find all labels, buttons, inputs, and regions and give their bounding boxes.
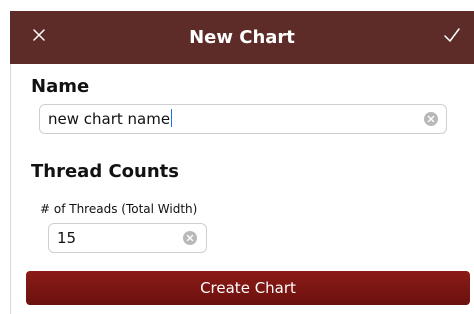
new-chart-dialog: New Chart Name new chart name Thread Cou… xyxy=(0,0,474,314)
clear-circle-icon[interactable] xyxy=(424,112,438,126)
thread-count-input[interactable]: 15 xyxy=(48,223,207,253)
clear-circle-icon[interactable] xyxy=(183,231,197,245)
threads-field-label: # of Threads (Total Width) xyxy=(40,202,198,216)
dialog-header: New Chart xyxy=(10,11,474,64)
dialog-edge xyxy=(10,64,11,314)
chart-name-text: new chart name xyxy=(48,110,171,128)
text-cursor xyxy=(171,109,173,127)
chart-name-input[interactable]: new chart name xyxy=(39,104,447,134)
thread-counts-title: Thread Counts xyxy=(31,161,179,182)
dialog-title: New Chart xyxy=(189,27,295,48)
create-chart-button[interactable]: Create Chart xyxy=(26,271,470,305)
checkmark-icon[interactable] xyxy=(442,26,462,44)
thread-count-value: 15 xyxy=(57,229,77,247)
chart-name-value: new chart name xyxy=(48,105,173,133)
name-section-title: Name xyxy=(31,76,90,97)
